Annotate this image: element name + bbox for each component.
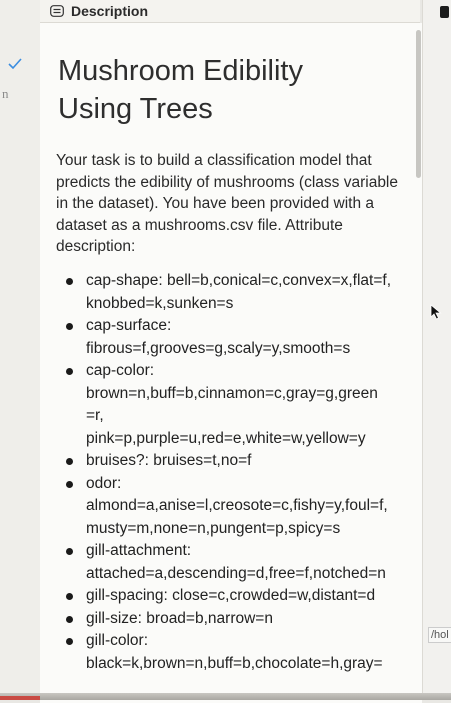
- attribute-list: cap-shape: bell=b,conical=c,convex=x,fla…: [56, 270, 406, 675]
- list-item: cap-surface: fibrous=f,grooves=g,scaly=y…: [56, 315, 406, 360]
- title-line-1: Mushroom Edibility: [58, 55, 303, 87]
- sidebar-letter: n: [2, 86, 9, 101]
- list-item: cap-color: brown=n,buff=b,cinnamon=c,gra…: [56, 360, 406, 450]
- mouse-cursor-icon: [430, 304, 442, 320]
- scrollbar[interactable]: [416, 30, 421, 178]
- list-item: gill-spacing: close=c,crowded=w,distant=…: [56, 585, 406, 608]
- right-panel-edge: [422, 0, 451, 700]
- tab-description-label: Description: [71, 3, 149, 19]
- title-line-2: Using Trees: [58, 93, 213, 125]
- task-description: Your task is to build a classification m…: [56, 152, 398, 255]
- check-icon: [8, 58, 22, 70]
- description-icon: [50, 5, 64, 17]
- list-item: odor: almond=a,anise=l,creosote=c,fishy=…: [56, 473, 406, 541]
- list-item: bruises?: bruises=t,no=f: [56, 450, 406, 473]
- bottom-edge: [0, 693, 451, 700]
- list-item: gill-attachment: attached=a,descending=d…: [56, 540, 406, 585]
- bottom-accent: [0, 696, 40, 700]
- list-item: gill-color: black=k,brown=n,buff=b,choco…: [56, 630, 406, 675]
- path-label: /hol: [428, 627, 451, 643]
- list-item: cap-shape: bell=b,conical=c,convex=x,fla…: [56, 270, 406, 315]
- left-sidebar: [0, 0, 40, 700]
- list-item: gill-size: broad=b,narrow=n: [56, 608, 406, 631]
- tab-description[interactable]: Description: [50, 2, 148, 20]
- battery-icon: [440, 6, 449, 18]
- page-title: Mushroom Edibility Using Trees: [58, 52, 378, 128]
